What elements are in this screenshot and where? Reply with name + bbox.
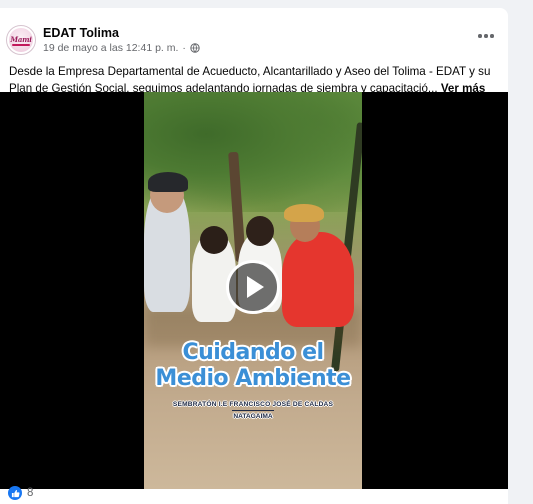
avatar-swash [12, 44, 30, 46]
video-person-head [246, 216, 274, 246]
play-button[interactable] [226, 260, 280, 314]
video-person [282, 232, 354, 327]
globe-icon [190, 43, 200, 53]
more-options-button[interactable] [475, 28, 497, 44]
post-body: Desde la Empresa Departamental de Acuedu… [9, 65, 491, 95]
video-subtitle-line1: SEMBRATÓN I.E FRANCISCO JOSÉ DE CALDAS [172, 401, 334, 408]
subtitle-divider [232, 410, 274, 411]
page-name-link[interactable]: EDAT Tolima [43, 26, 119, 40]
video-subtitle-line2: NATAGAIMA [233, 413, 273, 420]
video-person-cap [148, 172, 188, 192]
post-timestamp[interactable]: 19 de mayo a las 12:41 p. m. [43, 42, 178, 54]
avatar-logo-text: Mami [10, 35, 32, 44]
reaction-count[interactable]: 8 [27, 487, 33, 499]
dot-icon [490, 34, 494, 38]
reactions-summary[interactable]: 8 [8, 486, 33, 500]
post-meta: 19 de mayo a las 12:41 p. m. · [43, 42, 200, 54]
like-icon [8, 486, 22, 500]
dot-icon [484, 34, 488, 38]
video-person-hat [284, 204, 324, 222]
video-headline: Cuidando el Medio Ambiente [144, 340, 362, 392]
dot-icon [478, 34, 482, 38]
post-card: Mami EDAT Tolima 19 de mayo a las 12:41 … [0, 8, 508, 504]
video-person-head [200, 226, 228, 254]
play-icon [247, 276, 264, 298]
video-player[interactable]: Cuidando el Medio Ambiente SEMBRATÓN I.E… [0, 92, 508, 489]
video-headline-line1: Cuidando el [182, 340, 324, 365]
page-avatar[interactable]: Mami [6, 25, 36, 55]
video-headline-line2: Medio Ambiente [155, 366, 351, 391]
video-frame[interactable]: Cuidando el Medio Ambiente SEMBRATÓN I.E… [144, 92, 362, 489]
meta-separator: · [182, 42, 186, 54]
